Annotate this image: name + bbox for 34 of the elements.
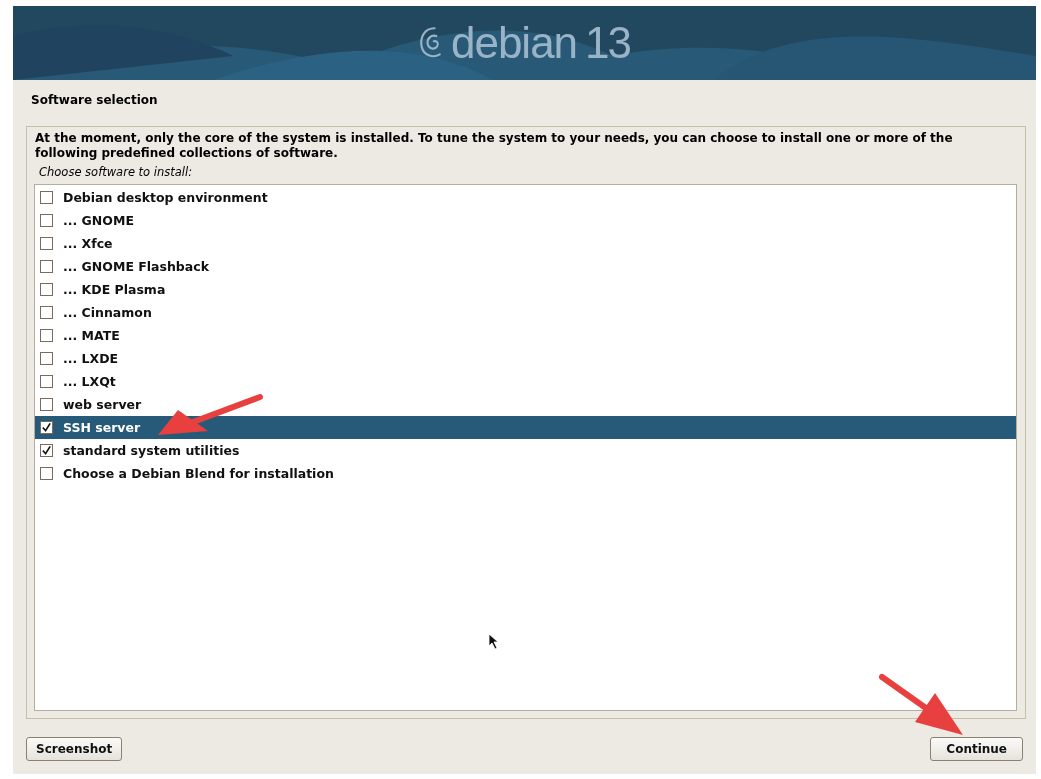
checkbox[interactable]: [40, 237, 53, 250]
checkbox[interactable]: [40, 306, 53, 319]
software-item[interactable]: ... MATE: [35, 324, 1016, 347]
software-item[interactable]: ... Cinnamon: [35, 301, 1016, 324]
continue-button[interactable]: Continue: [930, 737, 1023, 761]
checkbox[interactable]: [40, 352, 53, 365]
software-item[interactable]: web server: [35, 393, 1016, 416]
checkbox[interactable]: [40, 421, 53, 434]
mouse-pointer-icon: [488, 633, 499, 650]
page-title: Software selection: [30, 92, 159, 109]
software-item[interactable]: Debian desktop environment: [35, 186, 1016, 209]
checkbox[interactable]: [40, 398, 53, 411]
software-item[interactable]: ... LXQt: [35, 370, 1016, 393]
software-item[interactable]: standard system utilities: [35, 439, 1016, 462]
software-item[interactable]: ... LXDE: [35, 347, 1016, 370]
logo-version: 13: [585, 18, 631, 68]
checkbox[interactable]: [40, 260, 53, 273]
checkbox[interactable]: [40, 467, 53, 480]
software-item[interactable]: ... Xfce: [35, 232, 1016, 255]
software-item[interactable]: ... KDE Plasma: [35, 278, 1016, 301]
logo-text: debian: [450, 18, 578, 68]
checkbox[interactable]: [40, 329, 53, 342]
screenshot-button[interactable]: Screenshot: [26, 737, 123, 761]
checkbox[interactable]: [40, 214, 53, 227]
description-text: At the moment, only the core of the system is installed. To tune the system to your needs, you can choose to install one or more of the following predefined collections of software.: [34, 131, 954, 161]
software-item[interactable]: SSH server: [35, 416, 1016, 439]
checkbox[interactable]: [40, 191, 53, 204]
checkbox[interactable]: [40, 283, 53, 296]
prompt-text: Choose software to install:: [38, 164, 194, 181]
software-item[interactable]: ... GNOME: [35, 209, 1016, 232]
software-item[interactable]: ... GNOME Flashback: [35, 255, 1016, 278]
software-item[interactable]: Choose a Debian Blend for installation: [35, 462, 1016, 485]
checkbox[interactable]: [40, 444, 53, 457]
checkbox[interactable]: [40, 375, 53, 388]
